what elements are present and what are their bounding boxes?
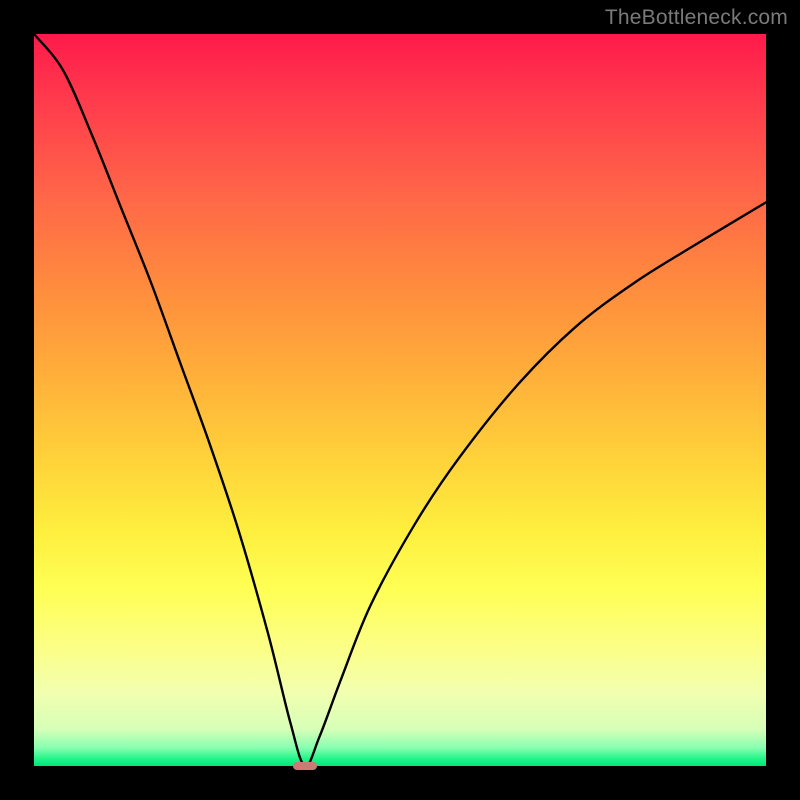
chart-container: TheBottleneck.com [0, 0, 800, 800]
bottleneck-curve [34, 34, 766, 766]
watermark-text: TheBottleneck.com [605, 6, 788, 30]
plot-area [34, 34, 766, 766]
minimum-marker [293, 762, 316, 770]
